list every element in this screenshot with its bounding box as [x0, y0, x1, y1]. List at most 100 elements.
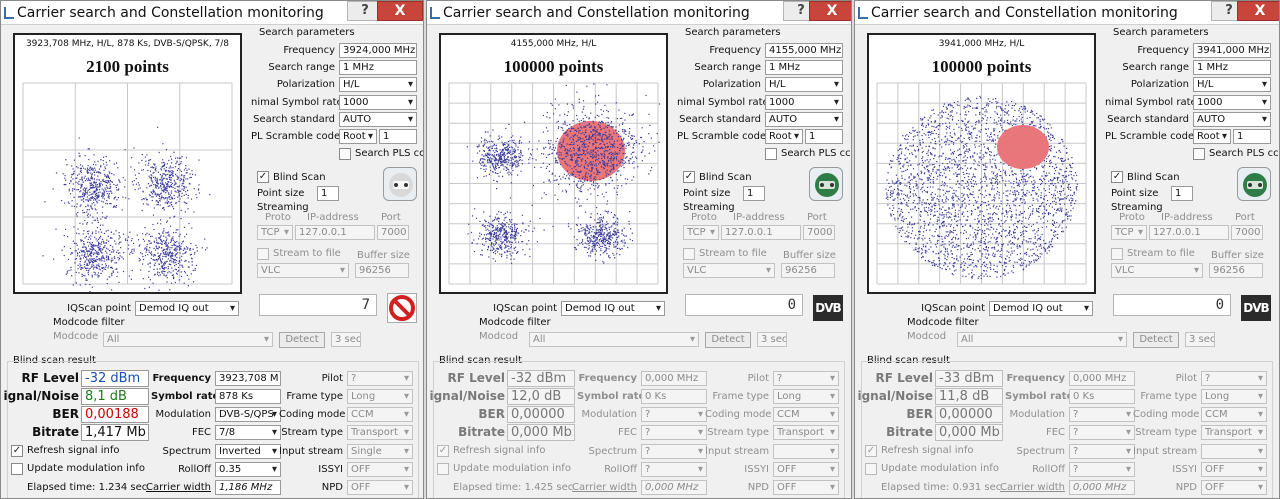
iqscan-point-select[interactable]: Demod IQ out — [135, 301, 239, 316]
port-input[interactable]: 7000 — [377, 225, 409, 240]
update-modulation-checkbox[interactable] — [437, 463, 449, 475]
point-size-input[interactable]: 1 — [317, 186, 339, 201]
stream-type-select[interactable]: Transport — [773, 425, 839, 440]
close-button[interactable]: X — [377, 1, 423, 21]
search-pls-checkbox[interactable] — [339, 148, 351, 160]
satellite-icon[interactable] — [809, 167, 843, 201]
detect-button[interactable]: Detect — [279, 332, 325, 348]
ip-address-input[interactable]: 127.0.0.1 — [721, 225, 801, 240]
min-symbol-rate-select[interactable]: 1000 — [765, 95, 843, 110]
input-stream-select[interactable]: Single — [347, 444, 413, 459]
proto-select[interactable]: TCP — [257, 225, 293, 240]
modcode-select[interactable]: All — [103, 332, 273, 347]
res-spectrum-select[interactable]: ? — [641, 444, 707, 459]
frame-type-select[interactable]: Long — [1201, 389, 1267, 404]
update-modulation-checkbox[interactable] — [11, 463, 23, 475]
blind-scan-checkbox[interactable]: ✓ — [257, 171, 269, 183]
search-range-input[interactable]: 1 MHz — [1193, 60, 1271, 75]
coding-mode-select[interactable]: CCM — [347, 407, 413, 422]
frequency-input[interactable]: 3941,000 MHz — [1193, 43, 1271, 58]
polarization-select[interactable]: H/L — [765, 77, 843, 92]
search-standard-select[interactable]: AUTO — [339, 112, 417, 127]
res-rolloff-select[interactable]: ? — [641, 462, 707, 477]
pl-scramble-value-input[interactable]: 1 — [805, 129, 843, 144]
stream-to-file-checkbox[interactable] — [257, 248, 269, 260]
stream-type-select[interactable]: Transport — [347, 425, 413, 440]
frequency-input[interactable]: 4155,000 MHz — [765, 43, 843, 58]
stream-to-file-checkbox[interactable] — [1111, 248, 1123, 260]
pilot-select[interactable]: ? — [1201, 371, 1267, 386]
detect-button[interactable]: Detect — [1133, 332, 1179, 348]
port-input[interactable]: 7000 — [803, 225, 835, 240]
player-select[interactable]: VLC — [1111, 263, 1203, 278]
polarization-select[interactable]: H/L — [1193, 77, 1271, 92]
search-standard-select[interactable]: AUTO — [1193, 112, 1271, 127]
modcode-select[interactable]: All — [957, 332, 1127, 347]
close-button[interactable]: X — [1237, 1, 1279, 21]
modcode-select[interactable]: All — [529, 332, 699, 347]
frequency-input[interactable]: 3924,000 MHz — [339, 43, 417, 58]
refresh-signal-checkbox[interactable]: ✓ — [865, 445, 877, 457]
frame-type-select[interactable]: Long — [347, 389, 413, 404]
iqscan-point-select[interactable]: Demod IQ out — [561, 301, 665, 316]
stream-to-file-checkbox[interactable] — [683, 248, 695, 260]
issyi-select[interactable]: OFF — [347, 462, 413, 477]
issyi-select[interactable]: OFF — [773, 462, 839, 477]
detect-time-input[interactable]: 3 sec — [757, 332, 787, 347]
pilot-select[interactable]: ? — [347, 371, 413, 386]
res-rolloff-select[interactable]: ? — [1069, 462, 1135, 477]
carrier-width-label[interactable]: Carrier width — [141, 482, 211, 493]
player-select[interactable]: VLC — [683, 263, 775, 278]
search-pls-checkbox[interactable] — [1193, 148, 1205, 160]
ip-address-input[interactable]: 127.0.0.1 — [295, 225, 375, 240]
close-button[interactable]: X — [809, 1, 851, 21]
res-fec-select[interactable]: ? — [641, 425, 707, 440]
res-spectrum-select[interactable]: Inverted — [215, 444, 281, 459]
input-stream-select[interactable] — [773, 444, 839, 459]
npd-select[interactable]: OFF — [347, 480, 413, 495]
res-fec-select[interactable]: 7/8 — [215, 425, 281, 440]
point-size-input[interactable]: 1 — [1171, 186, 1193, 201]
res-rolloff-select[interactable]: 0.35 — [215, 462, 281, 477]
detect-time-input[interactable]: 3 sec — [1185, 332, 1215, 347]
refresh-signal-checkbox[interactable]: ✓ — [437, 445, 449, 457]
polarization-select[interactable]: H/L — [339, 77, 417, 92]
min-symbol-rate-select[interactable]: 1000 — [1193, 95, 1271, 110]
satellite-icon[interactable] — [383, 167, 417, 201]
res-spectrum-select[interactable]: ? — [1069, 444, 1135, 459]
update-modulation-checkbox[interactable] — [865, 463, 877, 475]
carrier-width-label[interactable]: Carrier width — [567, 482, 637, 493]
res-modulation-select[interactable]: DVB-S/QPS — [215, 407, 281, 422]
pl-scramble-value-input[interactable]: 1 — [1233, 129, 1271, 144]
blind-scan-checkbox[interactable]: ✓ — [683, 171, 695, 183]
buffer-size-input[interactable]: 96256 — [355, 263, 409, 278]
pl-scramble-mode-select[interactable]: Root — [1193, 129, 1231, 144]
port-input[interactable]: 7000 — [1231, 225, 1263, 240]
npd-select[interactable]: OFF — [773, 480, 839, 495]
min-symbol-rate-select[interactable]: 1000 — [339, 95, 417, 110]
satellite-icon[interactable] — [1237, 167, 1271, 201]
stream-type-select[interactable]: Transport — [1201, 425, 1267, 440]
refresh-signal-checkbox[interactable]: ✓ — [11, 445, 23, 457]
res-fec-select[interactable]: ? — [1069, 425, 1135, 440]
pl-scramble-mode-select[interactable]: Root — [765, 129, 803, 144]
search-range-input[interactable]: 1 MHz — [339, 60, 417, 75]
buffer-size-input[interactable]: 96256 — [781, 263, 835, 278]
issyi-select[interactable]: OFF — [1201, 462, 1267, 477]
res-modulation-select[interactable]: ? — [641, 407, 707, 422]
input-stream-select[interactable] — [1201, 444, 1267, 459]
buffer-size-input[interactable]: 96256 — [1209, 263, 1263, 278]
detect-time-input[interactable]: 3 sec — [331, 332, 361, 347]
iqscan-point-select[interactable]: Demod IQ out — [989, 301, 1093, 316]
frame-type-select[interactable]: Long — [773, 389, 839, 404]
carrier-width-label[interactable]: Carrier width — [995, 482, 1065, 493]
search-pls-checkbox[interactable] — [765, 148, 777, 160]
search-range-input[interactable]: 1 MHz — [765, 60, 843, 75]
pl-scramble-mode-select[interactable]: Root — [339, 129, 377, 144]
detect-button[interactable]: Detect — [705, 332, 751, 348]
pilot-select[interactable]: ? — [773, 371, 839, 386]
search-standard-select[interactable]: AUTO — [765, 112, 843, 127]
coding-mode-select[interactable]: CCM — [773, 407, 839, 422]
blind-scan-checkbox[interactable]: ✓ — [1111, 171, 1123, 183]
res-modulation-select[interactable]: ? — [1069, 407, 1135, 422]
